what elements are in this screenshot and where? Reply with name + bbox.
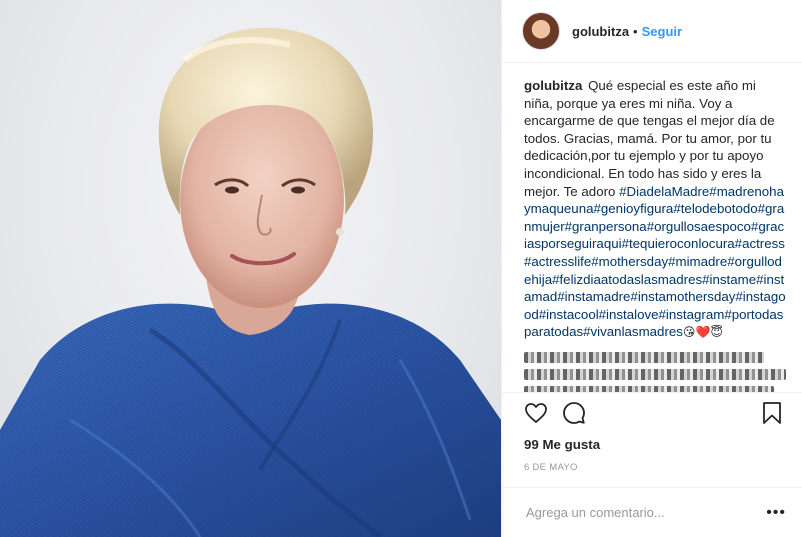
portrait-illustration	[0, 27, 501, 537]
username-link[interactable]: golubitza	[572, 24, 629, 39]
save-button[interactable]	[758, 399, 786, 427]
pixelated-comment	[524, 351, 786, 392]
follow-button[interactable]: Seguir	[642, 24, 682, 39]
instagram-post: golubitza • Seguir golubitza Qué especia…	[0, 0, 802, 537]
angel-emoji-icon: 😇	[710, 325, 723, 340]
kiss-emoji-icon: 😘	[682, 325, 696, 340]
comment-form: •••	[502, 487, 802, 537]
pixelated-line	[524, 351, 764, 363]
likes-count[interactable]: 99 Me gusta	[502, 433, 802, 452]
action-bar	[502, 392, 802, 433]
avatar[interactable]	[522, 12, 560, 50]
heart-emoji-icon: ❤️	[695, 325, 711, 340]
caption-text: Qué especial es este año mi niña, porque…	[524, 78, 775, 199]
post-date[interactable]: 6 DE MAYO	[502, 452, 802, 473]
caption-username[interactable]: golubitza	[524, 78, 582, 93]
speech-bubble-icon	[563, 402, 585, 424]
comment-button[interactable]	[560, 399, 588, 427]
hashtags[interactable]: #DiadelaMadre#madrenohaymaqueuna#genioyf…	[524, 184, 786, 340]
pixelated-line	[524, 385, 774, 392]
post-side-panel: golubitza • Seguir golubitza Qué especia…	[501, 0, 802, 537]
caption: golubitza Qué especial es este año mi ni…	[502, 63, 802, 392]
like-button[interactable]	[522, 399, 550, 427]
comment-input[interactable]	[524, 504, 767, 521]
post-header: golubitza • Seguir	[502, 0, 802, 63]
ellipsis-icon[interactable]: •••	[766, 504, 786, 522]
bookmark-icon	[763, 402, 781, 424]
post-photo[interactable]	[0, 0, 501, 537]
heart-outline-icon	[525, 403, 547, 423]
pixelated-line	[524, 368, 786, 380]
separator-dot: •	[633, 23, 638, 39]
